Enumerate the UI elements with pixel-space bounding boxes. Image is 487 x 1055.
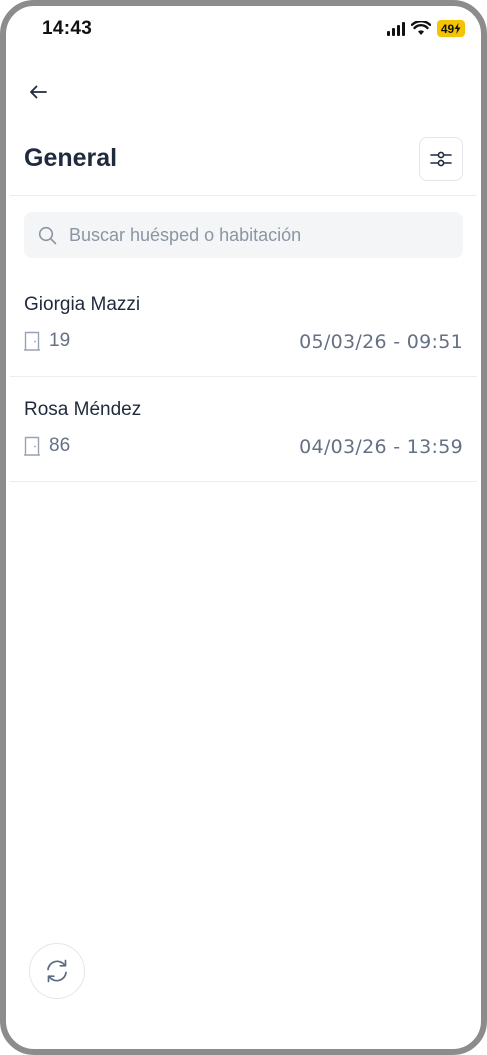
search-input[interactable] (67, 223, 431, 247)
status-bar: 14:43 49 (6, 6, 481, 54)
guest-list: Giorgia Mazzi 19 05/03/26 - 09:51 Rosa M… (10, 272, 477, 482)
phone-frame: 14:43 49 General Buscar huésped o habita… (0, 0, 487, 1055)
sliders-icon (430, 151, 452, 167)
battery-level: 49 (440, 21, 455, 36)
charging-icon (454, 23, 461, 34)
search-icon (38, 226, 57, 244)
guest-room: 19 (24, 330, 70, 352)
door-icon (24, 331, 40, 351)
guest-datetime: 04/03/26 - 13:59 (299, 436, 463, 458)
refresh-icon (47, 959, 67, 983)
status-time: 14:43 (42, 18, 93, 39)
wifi-icon (411, 21, 431, 35)
door-icon (24, 436, 40, 456)
guest-datetime: 05/03/26 - 09:51 (299, 331, 463, 353)
header-divider (10, 195, 477, 196)
back-button[interactable] (22, 76, 54, 108)
guest-list-item[interactable]: Rosa Méndez 86 04/03/26 - 13:59 (10, 377, 477, 482)
guest-name: Giorgia Mazzi (24, 294, 141, 315)
refresh-button[interactable] (29, 943, 85, 999)
signal-icon (387, 21, 405, 36)
filter-button[interactable] (419, 137, 463, 181)
status-icons: 49 (387, 20, 465, 37)
guest-name: Rosa Méndez (24, 399, 142, 420)
battery-indicator: 49 (437, 20, 465, 37)
guest-room: 86 (24, 435, 70, 457)
page-title: General (24, 144, 118, 172)
guest-list-item[interactable]: Giorgia Mazzi 19 05/03/26 - 09:51 (10, 272, 477, 377)
guest-room-number: 86 (49, 435, 71, 456)
arrow-left-icon (30, 85, 47, 99)
guest-room-number: 19 (49, 330, 71, 351)
search-box[interactable] (24, 212, 463, 258)
